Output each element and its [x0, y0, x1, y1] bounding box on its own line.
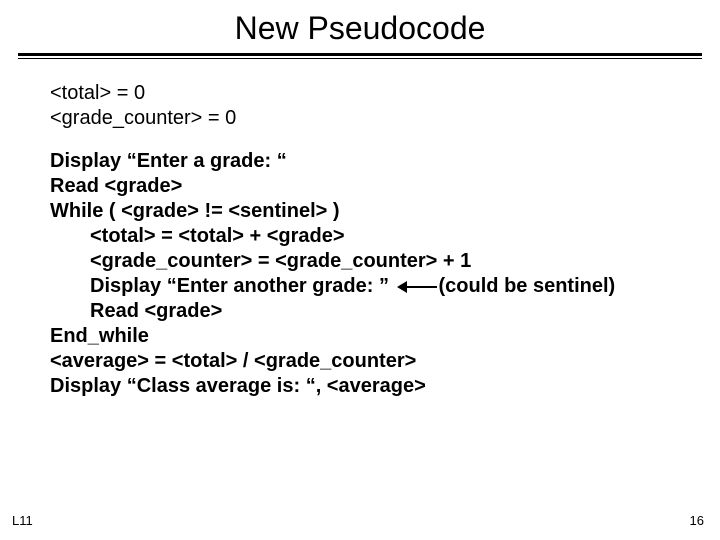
- init-block: <total> = 0 <grade_counter> = 0: [50, 81, 720, 131]
- code-line-1: Display “Enter a grade: “: [50, 149, 720, 174]
- init-line-2: <grade_counter> = 0: [50, 106, 720, 131]
- footer-left-label: L11: [12, 513, 33, 528]
- code-block: Display “Enter a grade: “ Read <grade> W…: [50, 149, 720, 399]
- code-line-6a-text: Display “Enter another grade: ”: [90, 275, 395, 297]
- code-line-6b-text: (could be sentinel): [439, 275, 616, 297]
- divider-thick: [18, 53, 702, 56]
- code-line-3: While ( <grade> != <sentinel> ): [50, 199, 720, 224]
- init-line-1: <total> = 0: [50, 81, 720, 106]
- code-line-9: <average> = <total> / <grade_counter>: [50, 349, 720, 374]
- slide-content: <total> = 0 <grade_counter> = 0 Display …: [0, 59, 720, 399]
- slide: New Pseudocode <total> = 0 <grade_counte…: [0, 0, 720, 540]
- code-line-2: Read <grade>: [50, 174, 720, 199]
- code-line-5: <grade_counter> = <grade_counter> + 1: [50, 249, 720, 274]
- code-line-10: Display “Class average is: “, <average>: [50, 374, 720, 399]
- arrow-left-icon: [397, 280, 437, 294]
- code-line-7: Read <grade>: [50, 299, 720, 324]
- footer-page-number: 16: [690, 513, 704, 528]
- code-line-6: Display “Enter another grade: ” (could b…: [50, 274, 720, 299]
- code-line-4: <total> = <total> + <grade>: [50, 224, 720, 249]
- code-line-8: End_while: [50, 324, 720, 349]
- slide-title: New Pseudocode: [0, 0, 720, 53]
